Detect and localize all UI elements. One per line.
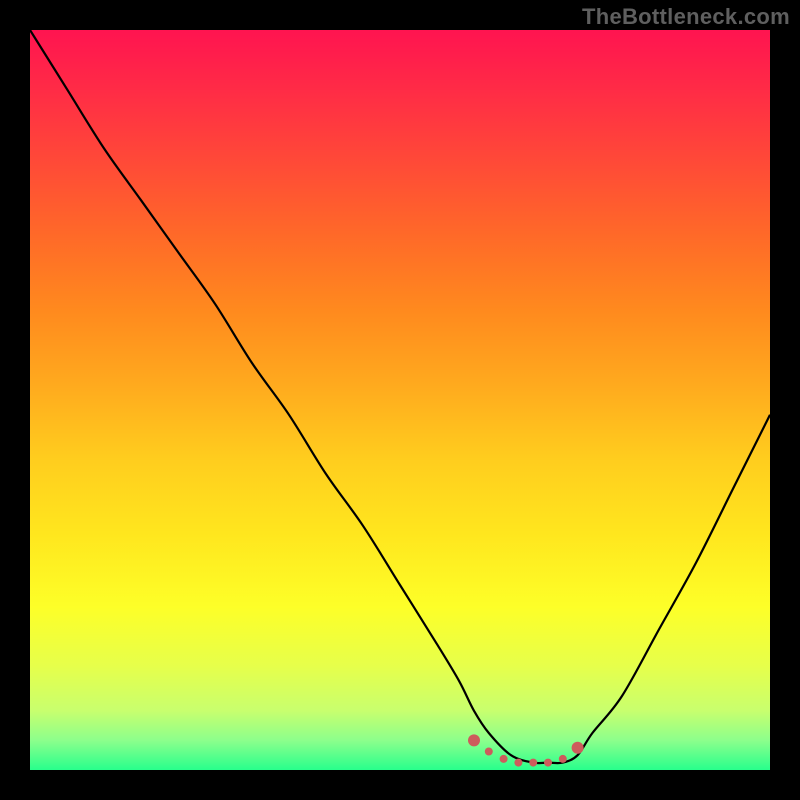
optimal-marker <box>572 742 584 754</box>
watermark-text: TheBottleneck.com <box>582 4 790 30</box>
optimal-marker <box>468 734 480 746</box>
plot-area <box>30 30 770 770</box>
chart-frame: TheBottleneck.com <box>0 0 800 800</box>
optimal-marker <box>544 759 552 767</box>
gradient-background <box>30 30 770 770</box>
optimal-marker <box>559 755 567 763</box>
chart-svg <box>30 30 770 770</box>
optimal-marker <box>529 759 537 767</box>
optimal-marker <box>500 755 508 763</box>
optimal-marker <box>514 759 522 767</box>
optimal-marker <box>485 748 493 756</box>
